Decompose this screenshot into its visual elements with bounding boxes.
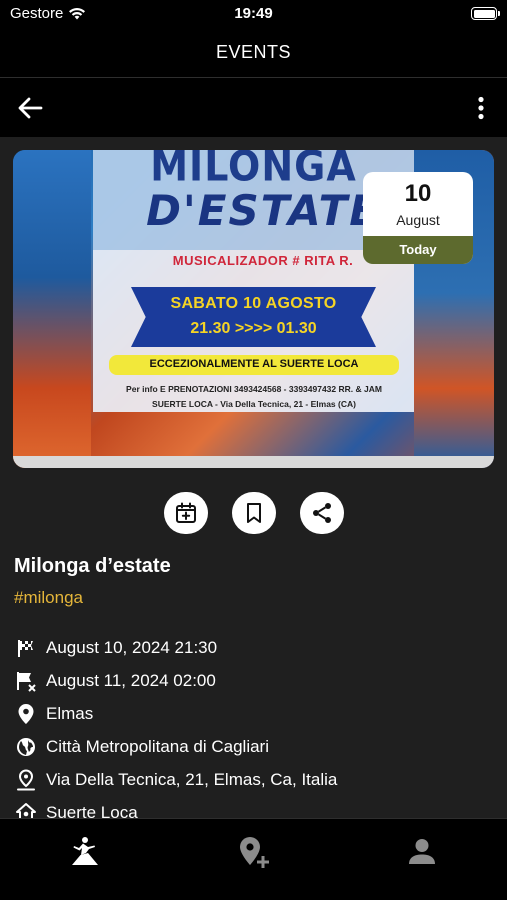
poster-paint-left xyxy=(13,150,91,468)
detail-end-text: August 11, 2024 02:00 xyxy=(46,671,216,690)
poster-bottom-strip xyxy=(13,456,494,468)
more-vertical-icon xyxy=(478,96,484,120)
event-title: Milonga d’estate xyxy=(14,555,171,577)
page-title: EVENTS xyxy=(215,42,292,62)
detail-end-date: August 11, 2024 02:00 xyxy=(14,669,216,693)
status-time: 19:49 xyxy=(234,5,273,22)
globe-icon xyxy=(14,735,38,759)
map-marker-plus-icon xyxy=(240,837,269,868)
event-detail-content[interactable]: MILONGA D'ESTATE MUSICALIZADOR # RITA R.… xyxy=(0,137,507,818)
battery-fill xyxy=(473,9,495,18)
account-icon xyxy=(409,839,435,864)
poster-date-line: SABATO 10 AGOSTO xyxy=(170,295,337,312)
poster-info-line1: Per info E PRENOTAZIONI 3493424568 - 339… xyxy=(126,384,382,394)
event-poster-image: MILONGA D'ESTATE MUSICALIZADOR # RITA R.… xyxy=(13,150,494,468)
status-bar: Gestore 19:49 xyxy=(0,0,507,28)
back-button[interactable] xyxy=(14,93,46,123)
detail-address-text: Via Della Tecnica, 21, Elmas, Ca, Italia xyxy=(46,770,338,789)
event-tag[interactable]: #milonga xyxy=(14,588,83,608)
date-badge-today: Today xyxy=(363,236,473,264)
detail-address: Via Della Tecnica, 21, Elmas, Ca, Italia xyxy=(14,768,337,792)
bookmark-icon xyxy=(247,503,261,523)
bookmark-button[interactable] xyxy=(232,492,276,534)
poster-info: Per info E PRENOTAZIONI 3493424568 - 339… xyxy=(98,382,410,412)
map-marker-outline-icon xyxy=(14,768,38,792)
detail-venue: Suerte Loca xyxy=(14,801,138,818)
battery-icon xyxy=(471,7,500,20)
flag-remove-icon xyxy=(14,669,38,693)
flag-checkered-icon xyxy=(14,636,38,660)
more-options-button[interactable] xyxy=(469,93,493,123)
date-badge-day: 10 xyxy=(404,180,432,207)
bottom-navigation xyxy=(0,818,507,900)
date-badge: 10 August Today xyxy=(363,172,473,264)
home-marker-icon xyxy=(14,801,38,818)
date-badge-month: August xyxy=(396,212,440,228)
map-marker-icon xyxy=(14,702,38,726)
event-actions xyxy=(0,492,507,534)
dance-icon xyxy=(72,837,98,865)
detail-region: Città Metropolitana di Cagliari xyxy=(14,735,269,759)
detail-venue-text: Suerte Loca xyxy=(46,803,138,818)
toolbar xyxy=(0,79,507,137)
share-icon xyxy=(313,503,331,523)
detail-city: Elmas xyxy=(14,702,93,726)
poster-special-line: ECCEZIONALMENTE AL SUERTE LOCA xyxy=(149,358,359,370)
arrow-left-icon xyxy=(18,97,43,119)
detail-start-text: August 10, 2024 21:30 xyxy=(46,638,218,657)
add-to-calendar-button[interactable] xyxy=(164,492,208,534)
poster-hours-line: 21.30 >>>> 01.30 xyxy=(190,320,317,337)
tab-add-location[interactable] xyxy=(233,833,273,871)
tab-events[interactable] xyxy=(65,833,105,871)
share-button[interactable] xyxy=(300,492,344,534)
detail-region-text: Città Metropolitana di Cagliari xyxy=(46,737,269,756)
app-header: EVENTS xyxy=(0,28,507,78)
detail-city-text: Elmas xyxy=(46,704,94,723)
tab-profile[interactable] xyxy=(402,833,442,871)
poster-info-line2: SUERTE LOCA - Via Della Tecnica, 21 - El… xyxy=(152,399,356,409)
detail-start-date: August 10, 2024 21:30 xyxy=(14,636,217,660)
calendar-add-icon xyxy=(176,502,196,523)
